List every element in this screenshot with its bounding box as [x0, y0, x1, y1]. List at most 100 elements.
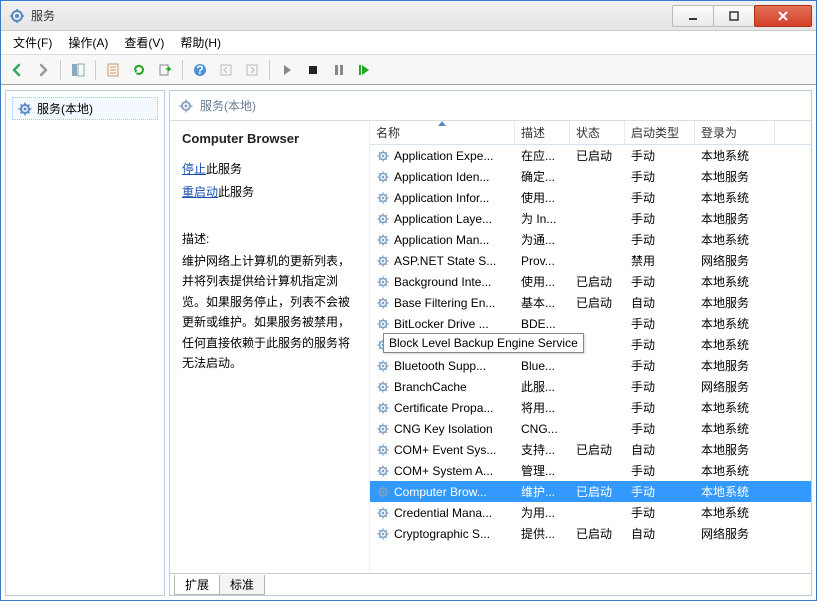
cell-startup-type: 手动: [625, 357, 695, 374]
cell-startup-type: 自动: [625, 525, 695, 542]
restart-service-link[interactable]: 重启动: [182, 185, 218, 199]
cell-name: BitLocker Drive ...: [370, 317, 515, 331]
table-row[interactable]: Certificate Propa...将用...手动本地系统: [370, 397, 811, 418]
table-row[interactable]: Application Man...为通...手动本地系统: [370, 229, 811, 250]
start-service-button[interactable]: [275, 58, 299, 82]
body: 服务(本地) 服务(本地) Computer Browser 停止此服务 重启动…: [1, 85, 816, 600]
cell-description: 在应...: [515, 147, 570, 164]
cell-logon-as: 本地系统: [695, 189, 775, 206]
cell-description: Blue...: [515, 359, 570, 373]
cell-logon-as: 本地服务: [695, 294, 775, 311]
cell-name: Certificate Propa...: [370, 401, 515, 415]
cell-description: 将用...: [515, 399, 570, 416]
cell-status: 已启动: [570, 525, 625, 542]
cell-startup-type: 手动: [625, 462, 695, 479]
cell-startup-type: 手动: [625, 420, 695, 437]
export-button[interactable]: [153, 58, 177, 82]
tab-standard[interactable]: 标准: [219, 575, 265, 595]
window-title: 服务: [31, 7, 55, 24]
table-row[interactable]: Application Infor...使用...手动本地系统: [370, 187, 811, 208]
cell-logon-as: 本地系统: [695, 315, 775, 332]
table-row[interactable]: BranchCache此服...手动网络服务: [370, 376, 811, 397]
cell-logon-as: 本地系统: [695, 483, 775, 500]
restart-service-button[interactable]: [353, 58, 377, 82]
table-row[interactable]: Bluetooth Supp...Blue...手动本地服务: [370, 355, 811, 376]
tree-root-label: 服务(本地): [37, 100, 93, 117]
table-row[interactable]: Base Filtering En...基本...已启动自动本地服务: [370, 292, 811, 313]
svg-text:?: ?: [196, 63, 203, 77]
close-button[interactable]: [754, 5, 812, 27]
service-list[interactable]: Application Expe...在应...已启动手动本地系统Applica…: [370, 145, 811, 573]
table-row[interactable]: ASP.NET State S...Prov...禁用网络服务: [370, 250, 811, 271]
cell-name: Credential Mana...: [370, 506, 515, 520]
column-status[interactable]: 状态: [570, 121, 625, 144]
table-row[interactable]: Credential Mana...为用...手动本地系统: [370, 502, 811, 523]
cell-status: 已启动: [570, 147, 625, 164]
cell-description: BDE...: [515, 317, 570, 331]
stop-service-button[interactable]: [301, 58, 325, 82]
table-row[interactable]: Background Inte...使用...已启动手动本地系统: [370, 271, 811, 292]
cell-logon-as: 本地服务: [695, 168, 775, 185]
forward-button[interactable]: [31, 58, 55, 82]
cell-startup-type: 手动: [625, 504, 695, 521]
tree-pane[interactable]: 服务(本地): [5, 90, 165, 596]
cell-description: 此服...: [515, 378, 570, 395]
column-startup-type[interactable]: 启动类型: [625, 121, 695, 144]
prev-item-button[interactable]: [214, 58, 238, 82]
services-app-icon: [9, 8, 25, 24]
menu-action[interactable]: 操作(A): [60, 32, 116, 53]
cell-description: 提供...: [515, 525, 570, 542]
titlebar[interactable]: 服务: [1, 1, 816, 31]
menu-file[interactable]: 文件(F): [5, 32, 60, 53]
table-row[interactable]: BitLocker Drive ...BDE...手动本地系统: [370, 313, 811, 334]
gear-icon: [178, 98, 194, 114]
cell-logon-as: 网络服务: [695, 252, 775, 269]
column-logon-as[interactable]: 登录为: [695, 121, 775, 144]
cell-logon-as: 本地系统: [695, 399, 775, 416]
cell-description: 使用...: [515, 189, 570, 206]
column-name[interactable]: 名称: [370, 121, 515, 144]
list-header: 名称 描述 状态 启动类型 登录为: [370, 121, 811, 145]
cell-name: Application Laye...: [370, 212, 515, 226]
stop-service-link[interactable]: 停止: [182, 162, 206, 176]
cell-logon-as: 网络服务: [695, 525, 775, 542]
cell-logon-as: 本地服务: [695, 357, 775, 374]
cell-startup-type: 手动: [625, 147, 695, 164]
table-row[interactable]: COM+ System A...管理...手动本地系统: [370, 460, 811, 481]
cell-status: 已启动: [570, 441, 625, 458]
cell-status: 已启动: [570, 483, 625, 500]
description-label: 描述:: [182, 230, 357, 247]
cell-name: Application Man...: [370, 233, 515, 247]
table-row[interactable]: Application Iden...确定...手动本地服务: [370, 166, 811, 187]
back-button[interactable]: [5, 58, 29, 82]
cell-description: CNG...: [515, 422, 570, 436]
refresh-button[interactable]: [127, 58, 151, 82]
menu-view[interactable]: 查看(V): [116, 32, 172, 53]
properties-button[interactable]: [101, 58, 125, 82]
next-item-button[interactable]: [240, 58, 264, 82]
table-row[interactable]: CNG Key IsolationCNG...手动本地系统: [370, 418, 811, 439]
cell-name: BranchCache: [370, 380, 515, 394]
tab-extended[interactable]: 扩展: [174, 575, 220, 595]
cell-startup-type: 手动: [625, 378, 695, 395]
cell-description: 维护...: [515, 483, 570, 500]
cell-startup-type: 自动: [625, 294, 695, 311]
detail-pane: Computer Browser 停止此服务 重启动此服务 描述: 维护网络上计…: [170, 121, 370, 573]
cell-description: Prov...: [515, 254, 570, 268]
table-row[interactable]: Cryptographic S...提供...已启动自动网络服务: [370, 523, 811, 544]
table-row[interactable]: COM+ Event Sys...支持...已启动自动本地服务: [370, 439, 811, 460]
table-row[interactable]: Application Expe...在应...已启动手动本地系统: [370, 145, 811, 166]
cell-name: Application Expe...: [370, 149, 515, 163]
help-button[interactable]: ?: [188, 58, 212, 82]
maximize-button[interactable]: [713, 5, 755, 27]
pause-service-button[interactable]: [327, 58, 351, 82]
tree-root-node[interactable]: 服务(本地): [12, 97, 158, 120]
column-description[interactable]: 描述: [515, 121, 570, 144]
menu-help[interactable]: 帮助(H): [172, 32, 229, 53]
table-row[interactable]: Computer Brow...维护...已启动手动本地系统: [370, 481, 811, 502]
cell-startup-type: 手动: [625, 189, 695, 206]
minimize-button[interactable]: [672, 5, 714, 27]
show-hide-tree-button[interactable]: [66, 58, 90, 82]
table-row[interactable]: Application Laye...为 In...手动本地服务: [370, 208, 811, 229]
cell-startup-type: 自动: [625, 441, 695, 458]
